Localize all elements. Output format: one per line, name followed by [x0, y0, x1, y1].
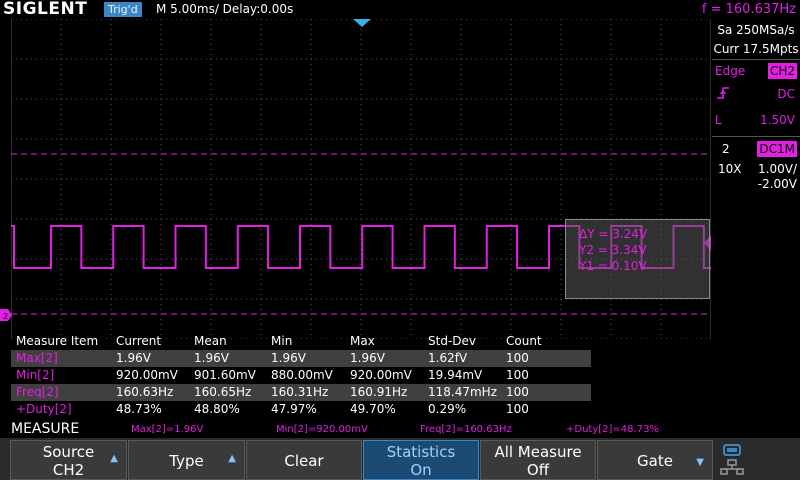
softkey-label: Type	[169, 452, 204, 470]
table-cell: 160.63Hz	[116, 385, 174, 399]
table-cell: 100	[506, 368, 529, 382]
ch2-ground-marker-number: 2	[3, 312, 8, 321]
measure-summary-item: Freq[2]=160.63Hz	[420, 424, 512, 435]
column-header: Count	[506, 334, 542, 348]
top-status-bar: SIGLENT Trig'd M 5.00ms/ Delay:0.00s f =…	[0, 0, 800, 19]
column-header: Std-Dev	[428, 334, 476, 348]
softkey-label: Statistics	[386, 443, 456, 461]
table-cell: 1.96V	[271, 351, 306, 365]
table-cell: 0.29%	[428, 402, 467, 416]
ch2-ground-marker[interactable]: 2	[0, 309, 14, 321]
table-cell: 901.60mV	[194, 368, 256, 382]
table-cell: 100	[506, 351, 529, 365]
table-cell: 1.62fV	[428, 351, 468, 365]
column-header: Mean	[194, 334, 227, 348]
softkey-label: Clear	[284, 452, 324, 470]
table-cell: 160.31Hz	[271, 385, 329, 399]
table-cell: 48.73%	[116, 402, 162, 416]
column-header: Min	[271, 334, 293, 348]
cursor-delta-y: ΔY = 3.24V	[579, 227, 648, 241]
memory-depth: Curr 17.5Mpts	[713, 42, 799, 56]
measure-item: Freq[2]	[16, 385, 59, 399]
table-cell: 160.65Hz	[194, 385, 252, 399]
table-cell: 160.91Hz	[350, 385, 408, 399]
source-softkey[interactable]: Source CH2 ▲	[10, 440, 127, 480]
network-icon	[720, 459, 744, 475]
sample-rate: Sa 250MSa/s	[717, 23, 795, 37]
submenu-arrow-icon: ▲	[110, 453, 118, 464]
table-cell: 100	[506, 385, 529, 399]
table-cell: 1.96V	[350, 351, 385, 365]
measure-menu-title: MEASURE	[11, 421, 80, 437]
submenu-arrow-icon: ▼	[696, 457, 704, 468]
table-cell: 49.70%	[350, 402, 396, 416]
measure-item: +Duty[2]	[16, 402, 72, 416]
measure-summary-bar: MEASURE Max[2]=1.96V Min[2]=920.00mV Fre…	[0, 421, 800, 438]
table-cell: 100	[506, 402, 529, 416]
submenu-arrow-icon: ▲	[228, 453, 236, 464]
column-header: Max	[350, 334, 375, 348]
measure-summary-item: +Duty[2]=48.73%	[566, 424, 659, 435]
cursor-y1: Y1 = 0.10V	[579, 259, 647, 273]
trigger-level: 1.50V	[760, 113, 795, 127]
divider	[712, 59, 800, 60]
measure-statistics-table: Measure Item Current Mean Min Max Std-De…	[11, 333, 591, 418]
trigger-source[interactable]: CH2	[767, 63, 797, 79]
table-cell: 47.97%	[271, 402, 317, 416]
channel-coupling[interactable]: DC1M	[757, 141, 797, 157]
table-row: Max[2] 1.96V 1.96V 1.96V 1.96V 1.62fV 10…	[11, 350, 591, 367]
table-cell: 118.47mHz	[428, 385, 497, 399]
brand-logo: SIGLENT	[3, 0, 88, 19]
table-header-row: Measure Item Current Mean Min Max Std-De…	[11, 333, 591, 350]
column-header: Measure Item	[16, 334, 99, 348]
trigger-type[interactable]: Edge	[715, 64, 745, 78]
table-cell: 920.00mV	[350, 368, 412, 382]
softkey-label: Source	[42, 443, 95, 461]
trigger-state-badge: Trig'd	[104, 2, 142, 17]
rising-edge-icon	[717, 87, 729, 99]
system-status-icons	[720, 444, 744, 475]
table-row: Freq[2] 160.63Hz 160.65Hz 160.31Hz 160.9…	[11, 384, 591, 401]
measure-item: Min[2]	[16, 368, 55, 382]
usb-storage-icon	[723, 444, 741, 456]
all-measure-softkey[interactable]: All Measure Off	[480, 440, 596, 480]
table-cell: 1.96V	[116, 351, 151, 365]
measure-summary-item: Min[2]=920.00mV	[276, 424, 368, 435]
timebase-readout: M 5.00ms/ Delay:0.00s	[156, 2, 294, 16]
trigger-position-marker	[353, 19, 371, 27]
channel-number: 2	[722, 142, 730, 156]
table-cell: 1.96V	[194, 351, 229, 365]
channel-offset: -2.00V	[757, 177, 797, 191]
column-header: Current	[116, 334, 162, 348]
table-row: +Duty[2] 48.73% 48.80% 47.97% 49.70% 0.2…	[11, 401, 591, 418]
table-row: Min[2] 920.00mV 901.60mV 880.00mV 920.00…	[11, 367, 591, 384]
table-cell: 880.00mV	[271, 368, 333, 382]
statistics-softkey[interactable]: Statistics On	[363, 440, 479, 480]
softkey-label: Gate	[637, 452, 673, 470]
softkey-label: All Measure	[494, 443, 582, 461]
table-cell: 19.94mV	[428, 368, 483, 382]
cursor-readout-box: ΔY = 3.24V Y2 = 3.34V Y1 = 0.10V	[565, 219, 710, 299]
measure-summary-item: Max[2]=1.96V	[131, 424, 204, 435]
gate-softkey[interactable]: Gate ▼	[597, 440, 713, 480]
divider	[712, 136, 800, 137]
measure-item: Max[2]	[16, 351, 58, 365]
softkey-value: CH2	[52, 461, 85, 479]
trigger-level-label: L	[715, 113, 722, 127]
table-cell: 920.00mV	[116, 368, 178, 382]
trigger-coupling: DC	[777, 87, 795, 101]
table-cell: 48.80%	[194, 402, 240, 416]
softkey-value: Off	[526, 461, 550, 479]
softkey-menu: Source CH2 ▲ Type ▲ Clear Statistics On …	[0, 438, 800, 480]
type-softkey[interactable]: Type ▲	[128, 440, 245, 480]
probe-attenuation: 10X	[718, 162, 742, 176]
cursor-y2: Y2 = 3.34V	[579, 243, 647, 257]
frequency-counter-readout: f = 160.637Hz	[701, 2, 796, 17]
clear-softkey[interactable]: Clear	[246, 440, 362, 480]
volts-per-div: 1.00V/	[758, 162, 797, 176]
right-info-panel: Sa 250MSa/s Curr 17.5Mpts Edge CH2 DC L …	[712, 19, 800, 339]
softkey-value: On	[410, 461, 432, 479]
